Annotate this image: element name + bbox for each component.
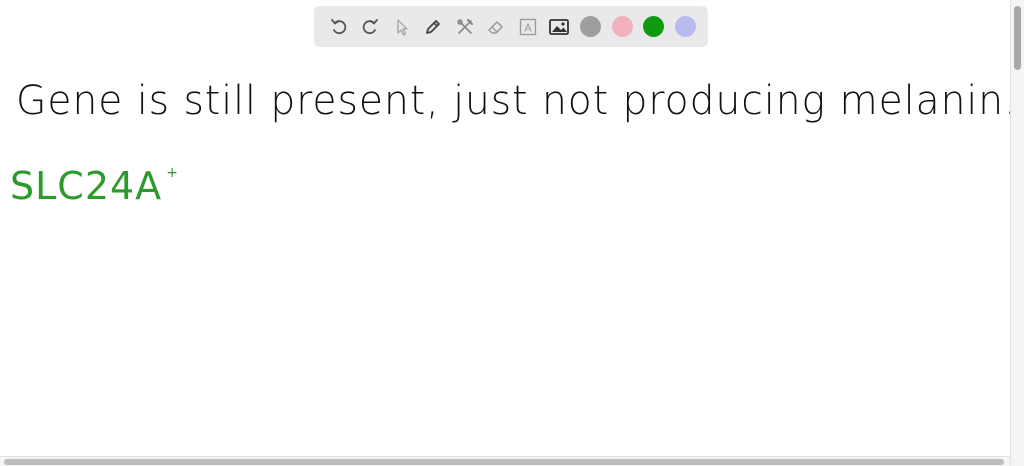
color-pink-button[interactable]: [607, 6, 639, 47]
text-icon: A: [519, 18, 536, 35]
tools-icon: [457, 18, 473, 34]
gene-superscript: +: [166, 165, 179, 181]
image-icon: [549, 18, 570, 35]
text-button[interactable]: A: [512, 6, 544, 47]
pencil-icon: [426, 19, 441, 34]
image-button[interactable]: [544, 6, 576, 47]
color-swatch-gray: [580, 16, 602, 37]
svg-text:A: A: [524, 21, 532, 34]
color-gray-button[interactable]: [575, 6, 607, 47]
eraser-button[interactable]: [481, 6, 513, 47]
redo-button[interactable]: [355, 6, 387, 47]
color-lavender-button[interactable]: [670, 6, 702, 47]
handwritten-gene-label: SLC24A +: [10, 164, 178, 208]
pointer-button[interactable]: [386, 6, 418, 47]
color-green-button[interactable]: [638, 6, 670, 47]
eraser-icon: [488, 20, 503, 34]
vertical-scrollbar[interactable]: [1010, 0, 1024, 466]
pointer-icon: [397, 18, 408, 36]
color-swatch-green: [643, 16, 665, 37]
redo-icon: [363, 18, 379, 34]
horizontal-scrollbar[interactable]: [0, 456, 1010, 466]
color-swatch-pink: [611, 16, 633, 37]
pencil-button[interactable]: [418, 6, 450, 47]
undo-button[interactable]: [323, 6, 355, 47]
tools-button[interactable]: [449, 6, 481, 47]
handwritten-note-line: Gene is still present, just not producin…: [16, 78, 1018, 124]
color-swatch-lavender: [674, 16, 696, 37]
whiteboard-page: A Gene is still present, just not produc…: [0, 0, 1024, 466]
undo-icon: [330, 18, 346, 34]
vertical-scrollbar-thumb[interactable]: [1014, 6, 1021, 70]
gene-name: SLC24A: [10, 164, 163, 208]
drawing-toolbar: A: [314, 6, 708, 47]
horizontal-scrollbar-thumb[interactable]: [4, 459, 1004, 465]
